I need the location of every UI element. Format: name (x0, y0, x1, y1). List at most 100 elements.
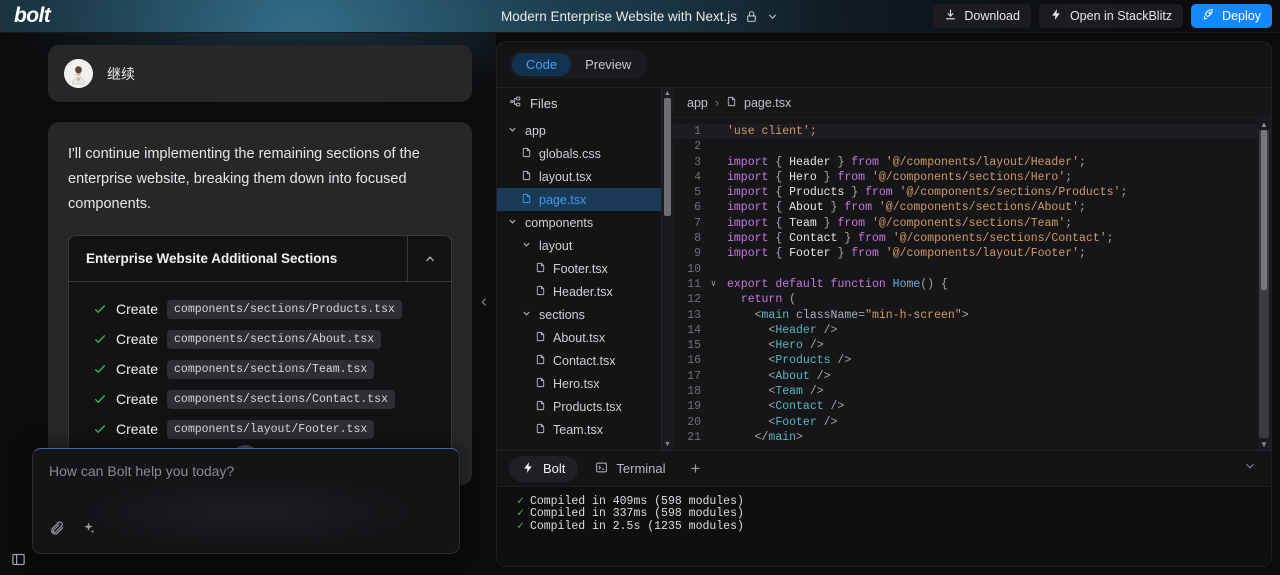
editor-scroll-down-arrow[interactable]: ▼ (1260, 438, 1268, 450)
file-tree-item-app[interactable]: app (497, 119, 661, 142)
lock-icon[interactable] (745, 10, 758, 23)
file-tree-scroll-thumb[interactable] (664, 98, 671, 216)
artifact-action-row[interactable]: Create components/sections/Products.tsx (69, 294, 451, 324)
artifact-action-row[interactable]: Create components/layout/Footer.tsx (69, 414, 451, 444)
terminal-collapse-button[interactable] (1243, 451, 1257, 486)
artifact-action-row[interactable]: Create components/sections/About.tsx (69, 324, 451, 354)
chevron-down-icon[interactable] (766, 10, 779, 23)
file-tree-item-label: Footer.tsx (553, 261, 608, 276)
code-line[interactable]: 10 (673, 262, 1257, 277)
deploy-button[interactable]: Deploy (1191, 4, 1272, 28)
paperclip-icon[interactable] (49, 520, 65, 541)
code-line[interactable]: 21 </main> (673, 430, 1257, 445)
sidebar-toggle-icon[interactable] (7, 548, 29, 570)
file-tree-item-products-tsx[interactable]: Products.tsx (497, 395, 661, 418)
tab-code[interactable]: Code (512, 53, 572, 76)
terminal-line: ✓ Compiled in 337ms (598 modules) (517, 507, 1271, 520)
file-tree-item-contact-tsx[interactable]: Contact.tsx (497, 349, 661, 372)
code-line[interactable]: 4 import { Hero } from '@/components/sect… (673, 170, 1257, 185)
chat-input[interactable]: How can Bolt help you today? (32, 448, 460, 554)
line-number: 2 (694, 140, 701, 154)
file-tree-item-globals-css[interactable]: globals.css (497, 142, 661, 165)
chevron-down-icon (521, 239, 532, 253)
editor-scroll-thumb[interactable] (1261, 130, 1267, 290)
code-token: Header (789, 155, 831, 169)
bolt-logo[interactable]: bolt (14, 4, 51, 28)
editor-scroll-track[interactable] (1259, 130, 1269, 438)
editor-scroll-up-arrow[interactable]: ▲ (1260, 118, 1268, 130)
code-lines[interactable]: 1 'use client'; 2 3 import { Header } from '… (673, 118, 1257, 450)
file-tree-item-components[interactable]: components (497, 211, 661, 234)
file-tree-item-layout-tsx[interactable]: layout.tsx (497, 165, 661, 188)
file-tree-item-page-tsx[interactable]: page.tsx (497, 188, 661, 211)
file-tree-item-hero-tsx[interactable]: Hero.tsx (497, 372, 661, 395)
download-button[interactable]: Download (933, 4, 1031, 28)
code-token: < (727, 415, 776, 429)
code-token: '@/components/layout/Header' (885, 155, 1080, 169)
file-tree-item-sections[interactable]: sections (497, 303, 661, 326)
artifact-title[interactable]: Enterprise Website Additional Sections (69, 236, 407, 281)
artifact-action-path: components/sections/Contact.tsx (167, 389, 395, 409)
terminal-output[interactable]: ✓ Compiled in 409ms (598 modules) ✓ Compile… (497, 486, 1271, 566)
code-token: /> (823, 400, 845, 414)
code-line[interactable]: 19 <Contact /> (673, 399, 1257, 414)
file-tree-item-about-tsx[interactable]: About.tsx (497, 326, 661, 349)
code-token: '@/components/sections/Team' (871, 216, 1066, 230)
code-line[interactable]: 11 ∨ export default function Home() { (673, 277, 1257, 292)
artifact-action-row[interactable]: Create components/sections/Team.tsx (69, 354, 451, 384)
breadcrumb-folder[interactable]: app (687, 96, 708, 110)
code-token: < (727, 354, 776, 368)
code-line[interactable]: 9 import { Footer } from '@/components/la… (673, 246, 1257, 261)
code-line[interactable]: 8 import { Contact } from '@/components/s… (673, 231, 1257, 246)
terminal-tab-bolt[interactable]: Bolt (509, 455, 579, 482)
code-line[interactable]: 6 import { About } from '@/components/sec… (673, 200, 1257, 215)
code-line[interactable]: 16 <Products /> (673, 353, 1257, 368)
file-tree-item-team-tsx[interactable]: Team.tsx (497, 418, 661, 441)
chevron-left-icon (477, 295, 491, 314)
code-line[interactable]: 20 <Footer /> (673, 415, 1257, 430)
line-number: 10 (687, 262, 701, 276)
code-line[interactable]: 17 <About /> (673, 369, 1257, 384)
fold-toggle-icon[interactable]: ∨ (707, 277, 720, 292)
terminal-tab-terminal[interactable]: Terminal (582, 456, 678, 482)
code-token: About (775, 369, 810, 383)
code-line[interactable]: 15 <Hero /> (673, 338, 1257, 353)
add-terminal-button[interactable]: + (691, 459, 701, 479)
file-tree-list[interactable]: app globals.css layout.tsx page.tsx componen… (497, 118, 661, 450)
code-line[interactable]: 7 import { Team } from '@/components/sect… (673, 216, 1257, 231)
code-line-source: import { Contact } from '@/components/se… (720, 231, 1114, 246)
code-line[interactable]: 13 <main className="min-h-screen"> (673, 308, 1257, 323)
file-tree-item-label: Team.tsx (553, 422, 604, 437)
file-tree-item-layout[interactable]: layout (497, 234, 661, 257)
chevron-up-icon[interactable] (407, 236, 451, 281)
code-token: Home (892, 277, 921, 291)
file-tree-scroll-down-arrow[interactable]: ▼ (662, 441, 673, 448)
editor-scrollbar[interactable]: ▲ ▼ (1257, 118, 1271, 450)
file-tree-scrollbar[interactable]: ▲ ▼ (662, 88, 673, 450)
file-icon (521, 193, 532, 207)
code-line-source: <Hero /> (720, 338, 823, 353)
file-tree-scroll-up-arrow[interactable]: ▲ (662, 90, 673, 97)
code-line[interactable]: 3 import { Header } from '@/components/la… (673, 155, 1257, 170)
code-line[interactable]: 5 import { Products } from '@/components/… (673, 185, 1257, 200)
breadcrumb-file[interactable]: page.tsx (744, 96, 791, 110)
files-icon (509, 95, 522, 111)
code-token: < (727, 400, 776, 414)
file-tree-item-footer-tsx[interactable]: Footer.tsx (497, 257, 661, 280)
app-body: 继续 I'll continue implementing the remain… (0, 33, 1280, 575)
code-line[interactable]: 18 <Team /> (673, 384, 1257, 399)
code-line[interactable]: 2 (673, 139, 1257, 154)
tab-preview[interactable]: Preview (571, 53, 645, 76)
code-line[interactable]: 12 return ( (673, 292, 1257, 307)
code-line[interactable]: 1 'use client'; (673, 124, 1257, 140)
panel-collapse-handle[interactable] (472, 33, 496, 575)
artifact-action-row[interactable]: Create components/sections/Contact.tsx (69, 384, 451, 414)
file-tree-item-label: sections (539, 307, 585, 322)
file-tree-item-header-tsx[interactable]: Header.tsx (497, 280, 661, 303)
check-icon: ✓ (517, 519, 524, 533)
code-token: () { (920, 277, 948, 291)
sparkle-icon[interactable] (81, 521, 96, 541)
code-line[interactable]: 14 <Header /> (673, 323, 1257, 338)
open-in-stackblitz-button[interactable]: Open in StackBlitz (1038, 4, 1184, 28)
